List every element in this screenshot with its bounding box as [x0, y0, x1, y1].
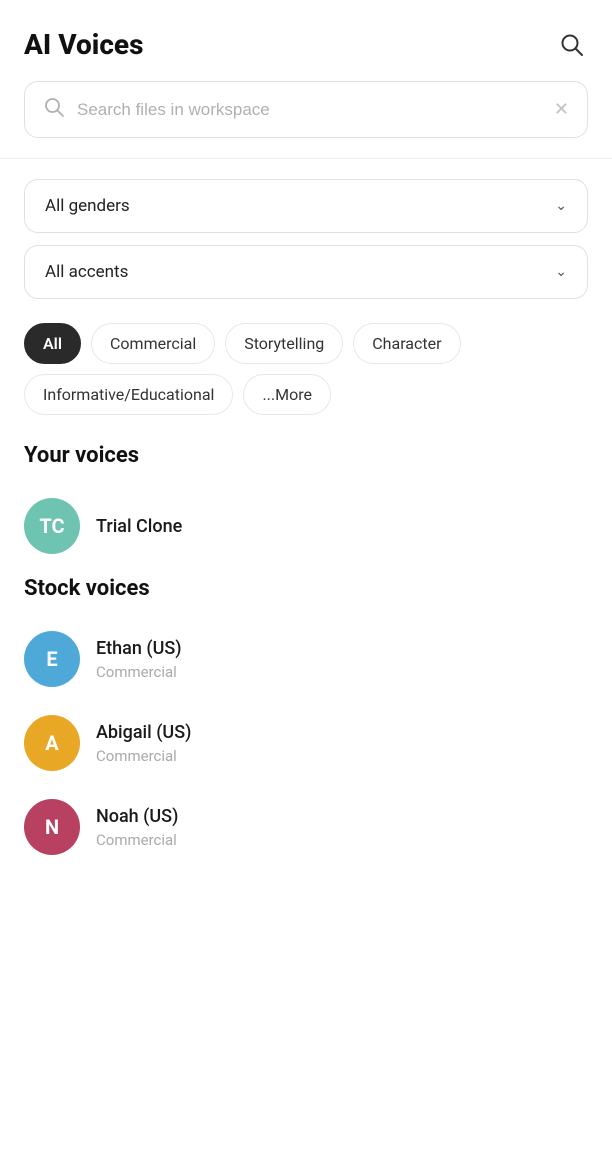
- search-input[interactable]: [77, 100, 542, 120]
- tag-commercial[interactable]: Commercial: [91, 323, 215, 364]
- header: AI Voices: [0, 0, 612, 81]
- divider: [0, 158, 612, 159]
- voice-info-ethan: Ethan (US) Commercial: [96, 638, 182, 681]
- search-bar[interactable]: ✕: [24, 81, 588, 138]
- voice-name-trial-clone: Trial Clone: [96, 516, 182, 537]
- voice-item-ethan[interactable]: E Ethan (US) Commercial: [0, 617, 612, 701]
- voice-type-abigail: Commercial: [96, 747, 191, 765]
- page-title: AI Voices: [24, 28, 143, 61]
- voice-name-ethan: Ethan (US): [96, 638, 182, 659]
- avatar-abigail: A: [24, 715, 80, 771]
- voice-item-trial-clone[interactable]: TC Trial Clone: [0, 484, 612, 568]
- search-container: ✕: [0, 81, 612, 158]
- gender-dropdown[interactable]: All genders ⌄: [24, 179, 588, 233]
- your-voices-section: Your voices TC Trial Clone: [0, 443, 612, 568]
- your-voices-title: Your voices: [0, 443, 612, 468]
- voice-type-ethan: Commercial: [96, 663, 182, 681]
- tag-more[interactable]: ...More: [243, 374, 331, 415]
- stock-voices-section: Stock voices E Ethan (US) Commercial A A…: [0, 576, 612, 869]
- voice-info-trial-clone: Trial Clone: [96, 516, 182, 537]
- tag-character[interactable]: Character: [353, 323, 460, 364]
- tag-storytelling[interactable]: Storytelling: [225, 323, 343, 364]
- accent-chevron-icon: ⌄: [555, 264, 567, 280]
- avatar-noah: N: [24, 799, 80, 855]
- voice-name-noah: Noah (US): [96, 806, 178, 827]
- gender-dropdown-label: All genders: [45, 196, 130, 216]
- voice-info-noah: Noah (US) Commercial: [96, 806, 178, 849]
- accent-dropdown-label: All accents: [45, 262, 128, 282]
- tag-informative[interactable]: Informative/Educational: [24, 374, 233, 415]
- tags-container: All Commercial Storytelling Character In…: [0, 323, 612, 415]
- search-icon: [559, 32, 585, 58]
- voice-item-noah[interactable]: N Noah (US) Commercial: [0, 785, 612, 869]
- voice-name-abigail: Abigail (US): [96, 722, 191, 743]
- tag-all[interactable]: All: [24, 323, 81, 364]
- accent-dropdown[interactable]: All accents ⌄: [24, 245, 588, 299]
- search-bar-icon: [43, 96, 65, 123]
- header-search-button[interactable]: [556, 29, 588, 61]
- filters-container: All genders ⌄ All accents ⌄: [0, 179, 612, 299]
- voice-item-abigail[interactable]: A Abigail (US) Commercial: [0, 701, 612, 785]
- gender-chevron-icon: ⌄: [555, 198, 567, 214]
- clear-icon[interactable]: ✕: [554, 99, 569, 120]
- stock-voices-title: Stock voices: [0, 576, 612, 601]
- avatar-ethan: E: [24, 631, 80, 687]
- avatar-trial-clone: TC: [24, 498, 80, 554]
- voice-info-abigail: Abigail (US) Commercial: [96, 722, 191, 765]
- voice-type-noah: Commercial: [96, 831, 178, 849]
